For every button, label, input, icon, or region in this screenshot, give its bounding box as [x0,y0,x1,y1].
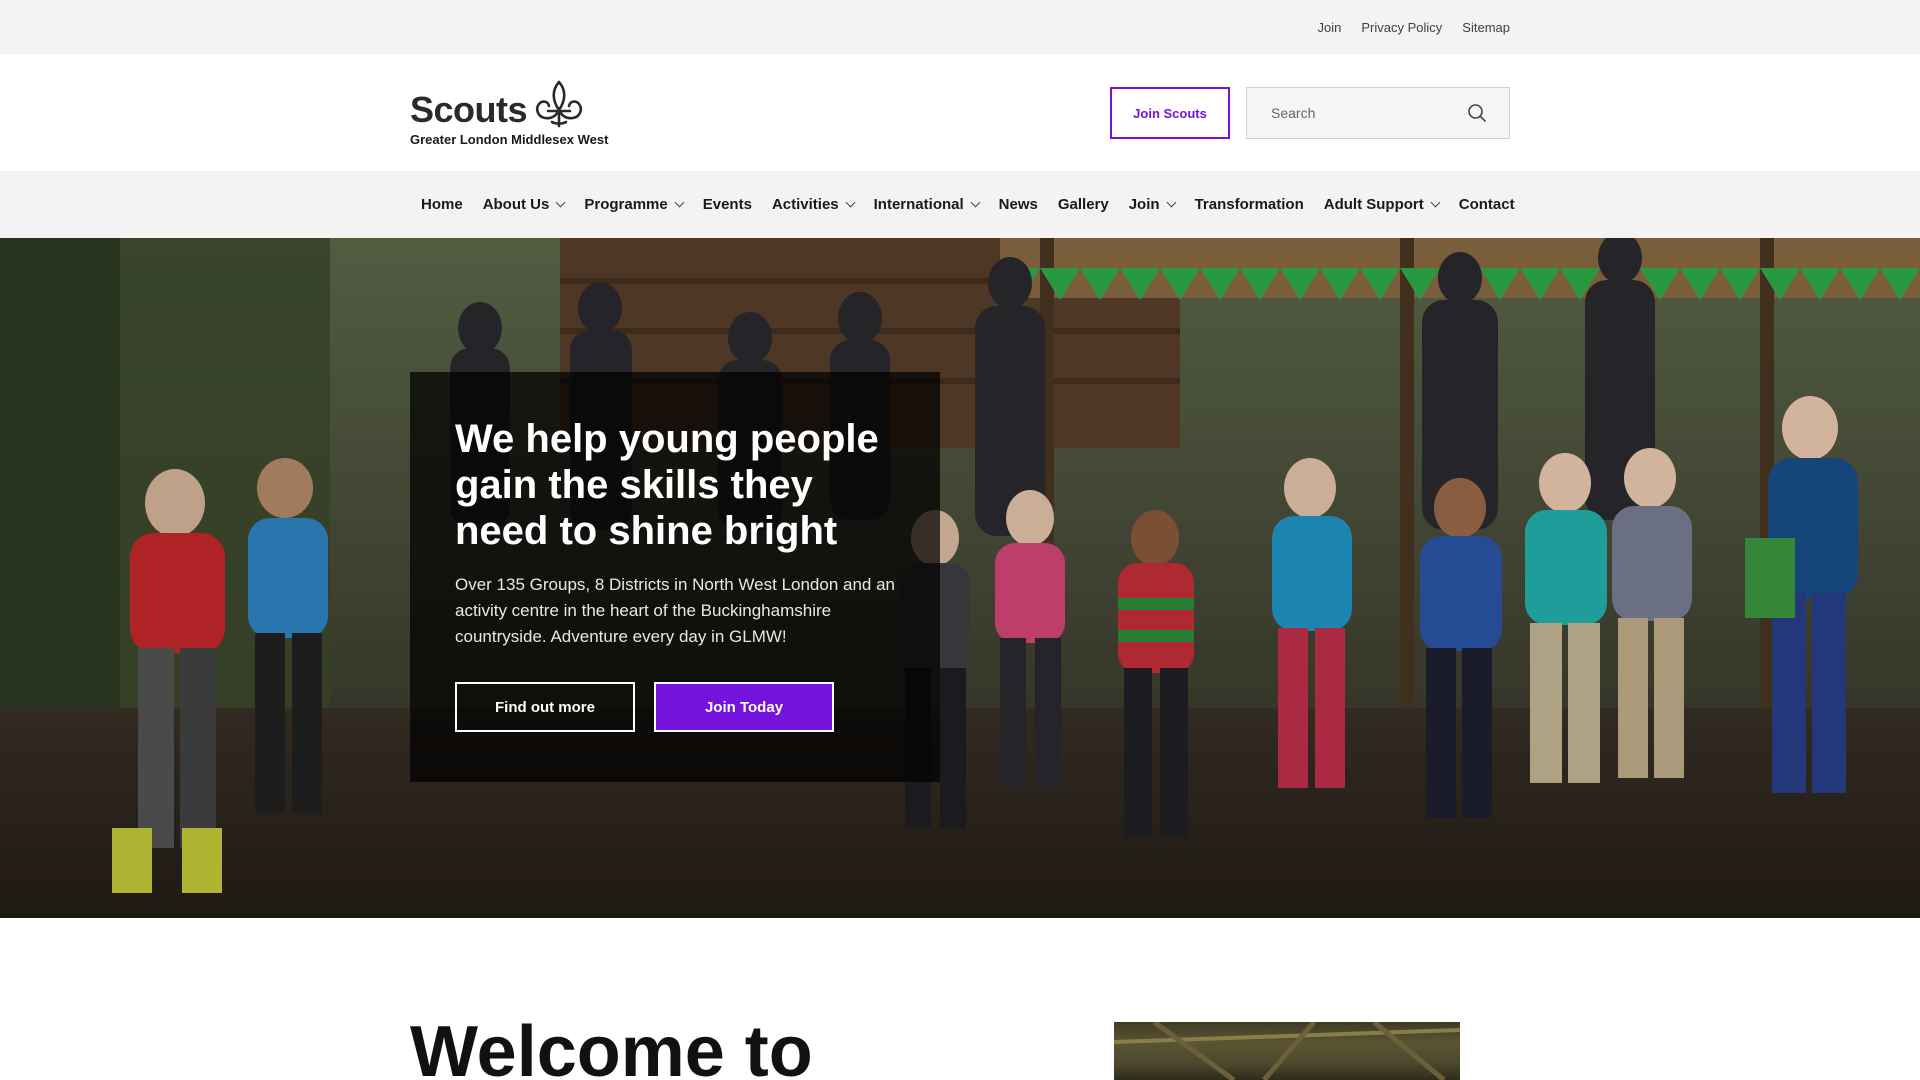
nav-item-home[interactable]: Home [421,196,463,213]
nav-item-label: Transformation [1194,196,1304,213]
logo-wordmark: Scouts [410,89,528,130]
join-today-button[interactable]: Join Today [654,682,834,732]
utility-bar: Join Privacy Policy Sitemap [0,0,1920,54]
nav-item-label: Adult Support [1323,196,1424,213]
utility-link-join[interactable]: Join [1318,20,1342,35]
chevron-down-icon [845,197,856,208]
nav-item-label: Events [702,196,752,213]
nav-item-gallery[interactable]: Gallery [1058,196,1109,213]
nav-item-label: Gallery [1057,196,1109,213]
nav-list: Home About Us Programme Events Activities Int… [421,171,1515,238]
nav-item-label: Home [421,196,463,213]
chevron-down-icon [555,197,566,208]
hero-card: We help young people gain the skills the… [410,372,940,782]
chevron-down-icon [674,197,685,208]
chevron-down-icon [1430,197,1441,208]
nav-item-label: Contact [1458,196,1515,213]
welcome-heading: Welcome to [410,1012,813,1080]
nav-item-about-us[interactable]: About Us [482,196,566,213]
nav-item-events[interactable]: Events [703,196,752,213]
nav-item-news[interactable]: News [999,196,1038,213]
utility-link-sitemap[interactable]: Sitemap [1462,20,1510,35]
fleur-de-lis-icon [535,80,583,128]
site-header: Scouts Greater London Middlesex West Joi… [0,54,1920,171]
nav-item-label: Join [1128,196,1160,213]
nav-item-transformation[interactable]: Transformation [1195,196,1304,213]
welcome-photo [1114,1022,1460,1080]
logo-subtitle: Greater London Middlesex West [410,132,609,147]
nav-item-adult-support[interactable]: Adult Support [1323,196,1441,213]
chevron-down-icon [970,197,981,208]
hero-description: Over 135 Groups, 8 Districts in North We… [455,575,896,646]
search-box [1246,87,1510,139]
nav-item-label: Programme [584,196,668,213]
search-input[interactable] [1247,88,1467,138]
nav-item-international[interactable]: International [873,196,981,213]
welcome-image [1114,1022,1460,1080]
utility-links: Join Privacy Policy Sitemap [1318,0,1510,54]
site-logo[interactable]: Scouts Greater London Middlesex West [410,78,630,148]
nav-item-label: Activities [771,196,839,213]
nav-item-contact[interactable]: Contact [1459,196,1515,213]
nav-item-activities[interactable]: Activities [771,196,856,213]
hero-section: We help young people gain the skills the… [0,238,1920,918]
nav-item-programme[interactable]: Programme [584,196,685,213]
hero-title: We help young people gain the skills the… [455,417,879,553]
join-scouts-button[interactable]: Join Scouts [1110,87,1230,139]
nav-item-label: International [873,196,964,213]
nav-item-label: About Us [482,196,550,213]
chevron-down-icon [1166,197,1177,208]
search-icon[interactable] [1467,103,1487,123]
hero-photo [0,238,1920,918]
nav-item-join[interactable]: Join [1128,196,1177,213]
utility-link-privacy-policy[interactable]: Privacy Policy [1361,20,1442,35]
main-navigation: Home About Us Programme Events Activities Int… [0,171,1920,238]
find-out-more-button[interactable]: Find out more [455,682,635,732]
nav-item-label: News [998,196,1038,213]
